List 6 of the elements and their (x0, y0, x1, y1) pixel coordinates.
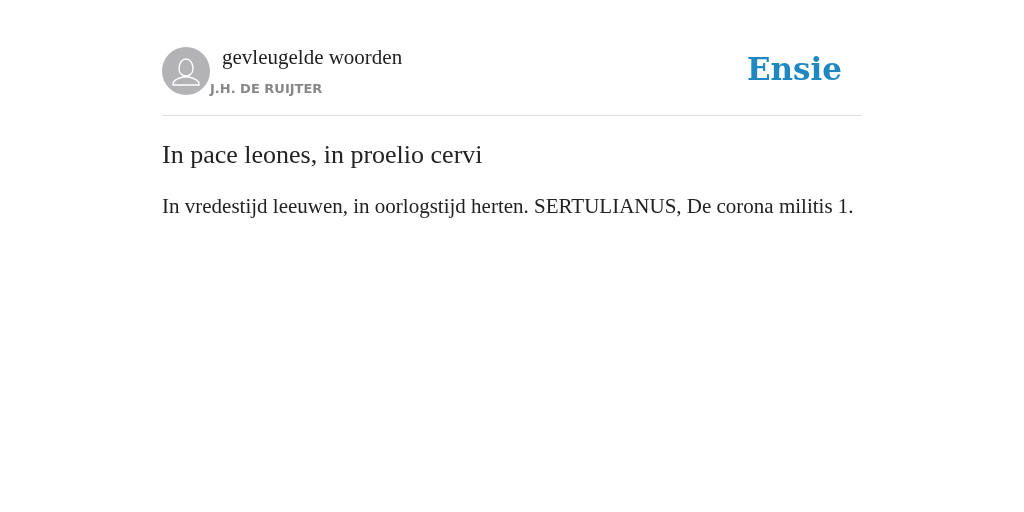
category-title[interactable]: gevleugelde woorden (222, 45, 403, 70)
avatar-icon (162, 47, 210, 95)
entry-title: In pace leones, in proelio cervi (162, 140, 484, 170)
author-name[interactable]: J.H. DE RUIJTER (210, 81, 403, 96)
site-logo[interactable]: Ensie (746, 51, 842, 87)
entry-text: In vredestijd leeuwen, in oorlogstijd herten. SERTULIANUS, De corona militis 1. (162, 194, 855, 219)
